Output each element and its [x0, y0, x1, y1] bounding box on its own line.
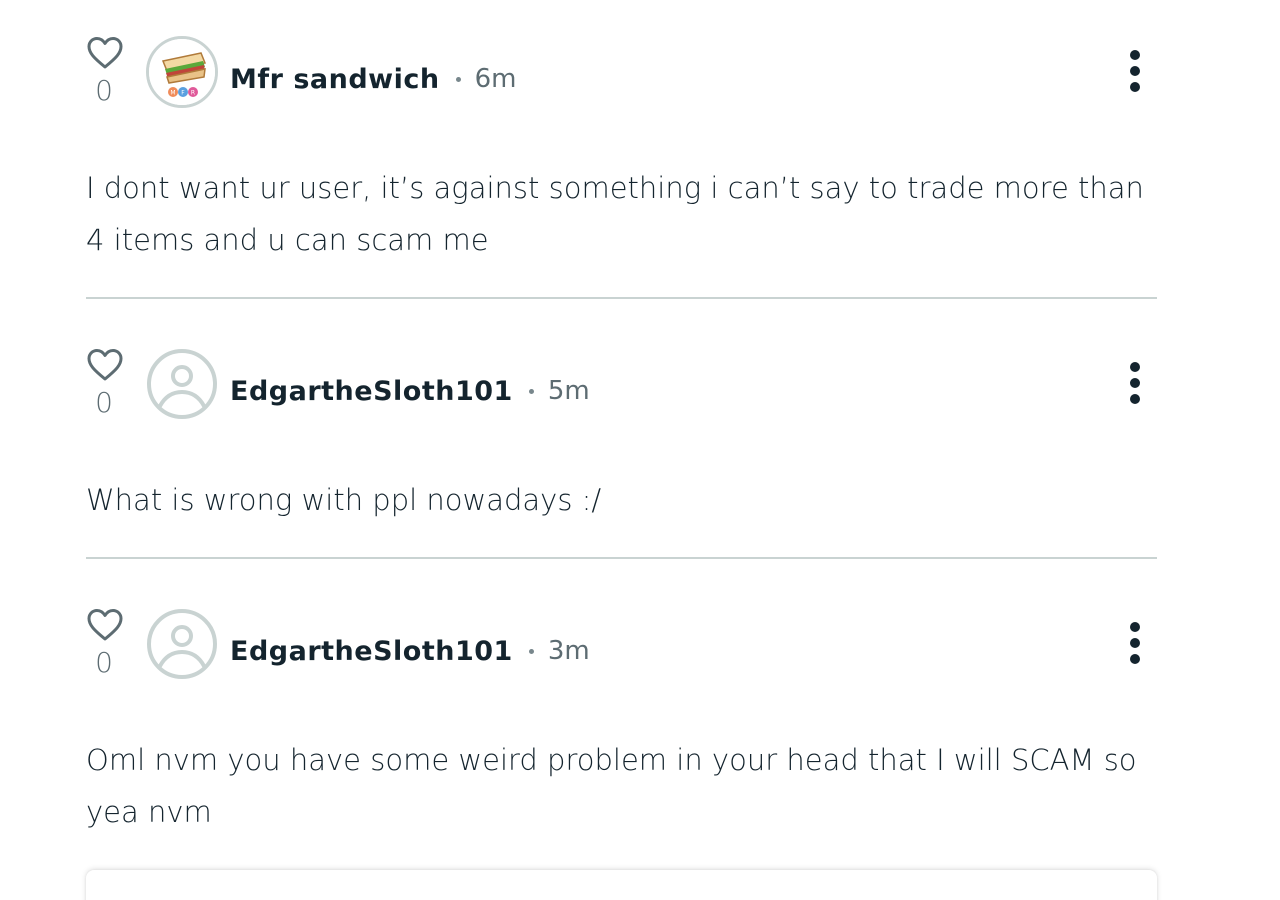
more-vertical-icon[interactable]	[1123, 362, 1147, 404]
like-button[interactable]: 0	[86, 348, 124, 419]
comment-text: Oml nvm you have some weird problem in y…	[86, 743, 1137, 829]
like-count: 0	[95, 386, 113, 419]
heart-icon[interactable]	[86, 608, 124, 642]
timestamp: 3m	[547, 636, 590, 666]
default-user-avatar	[147, 349, 217, 419]
more-options-button[interactable]	[1123, 362, 1147, 406]
comment-thread: 0 M F R Mfr sandwich 6m I dont want ur u…	[0, 0, 1280, 900]
comment-text: What is wrong with ppl nowadays :/	[86, 483, 602, 517]
divider	[86, 297, 1157, 299]
like-button[interactable]: 0	[86, 608, 124, 679]
svg-text:M: M	[170, 90, 175, 97]
timestamp: 6m	[474, 64, 517, 94]
username[interactable]: EdgartheSloth101	[230, 636, 513, 667]
like-count: 0	[95, 646, 113, 679]
divider	[86, 557, 1157, 559]
default-user-avatar	[147, 609, 217, 679]
username[interactable]: EdgartheSloth101	[230, 376, 513, 407]
like-count: 0	[95, 74, 113, 107]
comment-meta: Mfr sandwich 6m	[230, 61, 516, 97]
more-options-button[interactable]	[1123, 622, 1147, 666]
more-vertical-icon[interactable]	[1123, 622, 1147, 664]
sandwich-avatar-image: M F R	[149, 39, 215, 105]
heart-icon[interactable]	[86, 348, 124, 382]
svg-text:R: R	[191, 90, 195, 97]
svg-text:F: F	[181, 90, 185, 97]
timestamp: 5m	[547, 376, 590, 406]
avatar[interactable]	[146, 608, 218, 680]
separator-dot	[455, 76, 461, 82]
comment-text: I dont want ur user, it’s against someth…	[86, 171, 1144, 257]
more-options-button[interactable]	[1123, 50, 1147, 94]
more-vertical-icon[interactable]	[1123, 50, 1147, 92]
like-button[interactable]: 0	[86, 36, 124, 107]
separator-dot	[528, 388, 534, 394]
avatar[interactable]: M F R	[146, 36, 218, 108]
separator-dot	[528, 648, 534, 654]
comment-composer[interactable]	[86, 870, 1157, 900]
comment-meta: EdgartheSloth101 5m	[230, 373, 590, 409]
username[interactable]: Mfr sandwich	[230, 64, 440, 95]
heart-icon[interactable]	[86, 36, 124, 70]
avatar[interactable]	[146, 348, 218, 420]
comment-meta: EdgartheSloth101 3m	[230, 633, 590, 669]
